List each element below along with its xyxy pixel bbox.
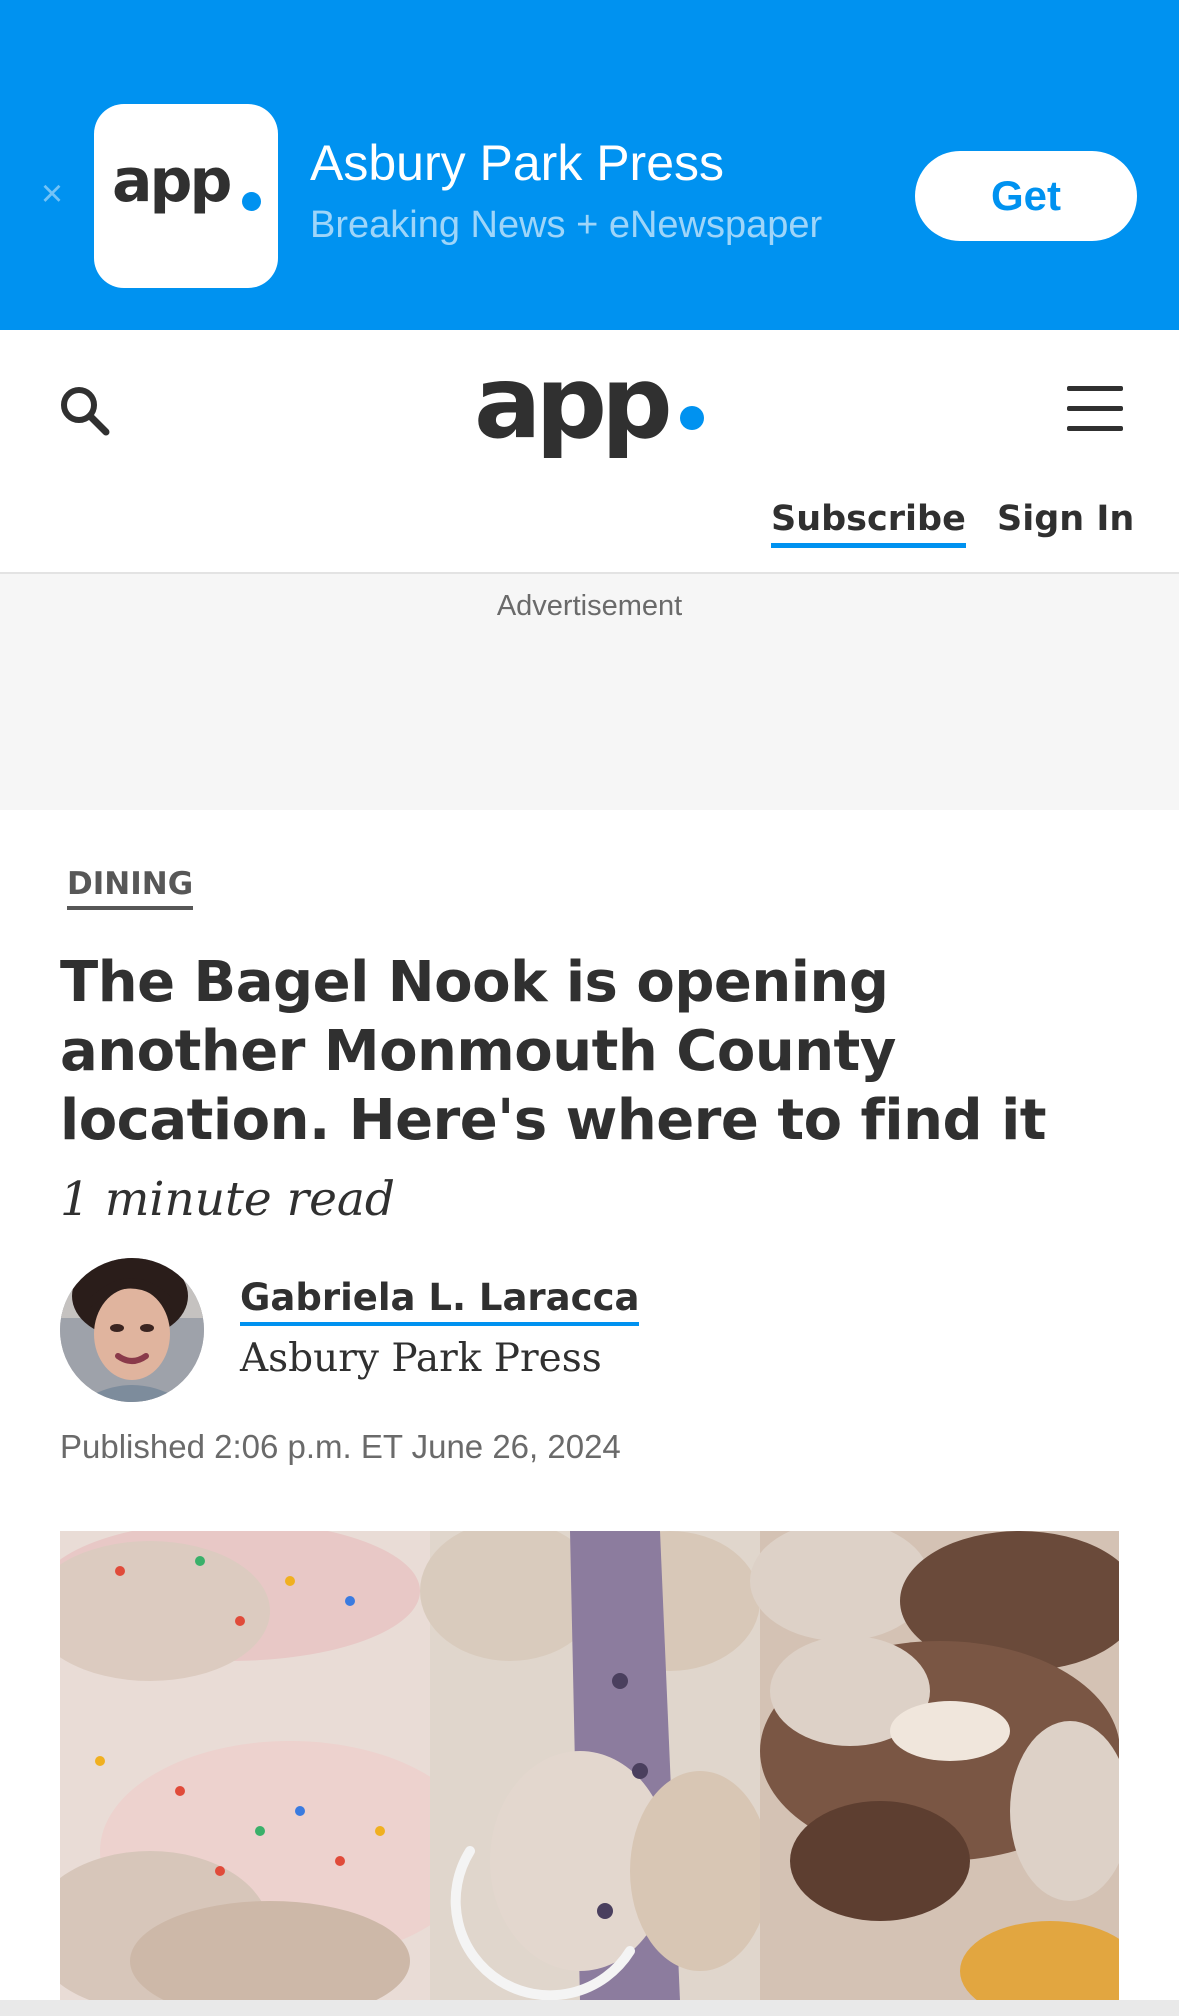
author-avatar[interactable] — [60, 1258, 204, 1402]
advertisement-label: Advertisement — [496, 590, 683, 622]
article-hero-image[interactable] — [60, 1531, 1119, 2001]
app-install-banner: × app Asbury Park Press Breaking News + … — [0, 0, 1179, 330]
banner-app-title: Asbury Park Press — [310, 135, 725, 191]
bottom-toolbar-edge — [0, 2000, 1179, 2016]
article-headline: The Bagel Nook is opening another Monmou… — [60, 950, 1047, 1153]
section-label[interactable]: DINING — [67, 864, 194, 910]
app-icon-logo-text: app — [112, 146, 232, 216]
sign-in-link[interactable]: Sign In — [997, 496, 1134, 542]
logo-dot-icon — [242, 192, 261, 211]
read-time: 1 minute read — [60, 1172, 396, 1227]
banner-app-subtitle: Breaking News + eNewspaper — [310, 204, 823, 246]
site-logo[interactable]: app — [474, 344, 673, 461]
search-icon[interactable] — [58, 384, 112, 443]
author-organization: Asbury Park Press — [240, 1336, 602, 1381]
author-name-link[interactable]: Gabriela L. Laracca — [240, 1274, 640, 1326]
close-icon[interactable]: × — [34, 175, 70, 213]
advertisement-slot: Advertisement — [0, 574, 1179, 810]
app-icon[interactable]: app — [94, 104, 278, 288]
get-app-button[interactable]: Get — [915, 151, 1137, 241]
published-timestamp: Published 2:06 p.m. ET June 26, 2024 — [60, 1428, 621, 1465]
logo-dot-icon — [680, 406, 704, 430]
subscribe-link[interactable]: Subscribe — [771, 496, 966, 548]
hamburger-menu-icon[interactable] — [1067, 386, 1123, 432]
